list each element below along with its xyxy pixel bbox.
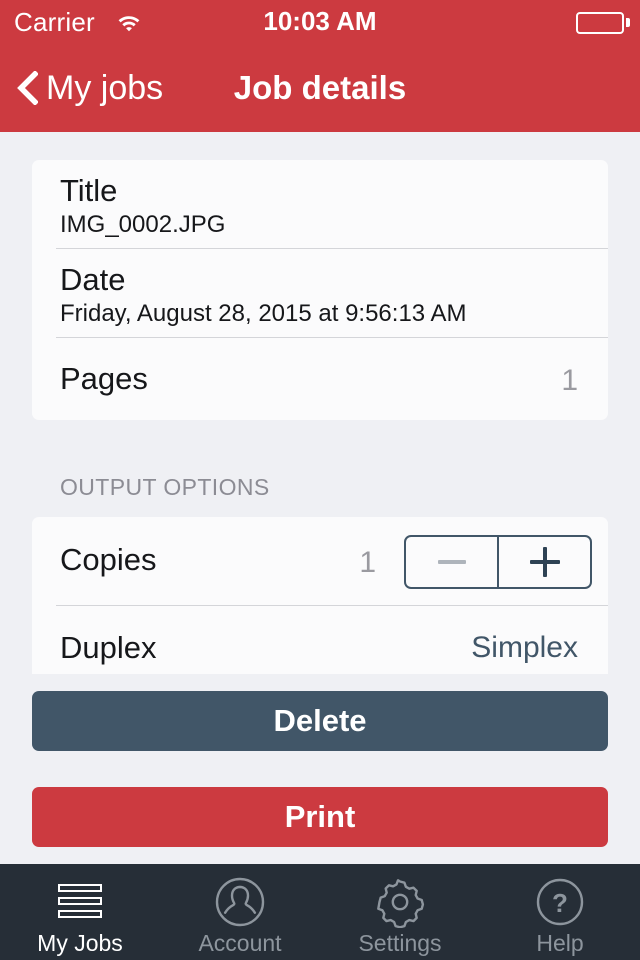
list-line-1	[58, 884, 102, 892]
print-button[interactable]: Print	[32, 787, 608, 847]
tab-my-jobs[interactable]: My Jobs	[0, 864, 160, 960]
gear-icon	[374, 876, 426, 929]
date-label: Date	[60, 262, 126, 297]
row-separator	[56, 337, 608, 338]
title-value: IMG_0002.JPG	[60, 211, 226, 238]
copies-value: 1	[359, 546, 376, 579]
title-label: Title	[60, 173, 118, 208]
plus-icon-vertical	[542, 547, 547, 577]
pages-value: 1	[561, 364, 578, 397]
duplex-value: Simplex	[471, 631, 578, 664]
duplex-label: Duplex	[60, 630, 157, 665]
delete-button[interactable]: Delete	[32, 691, 608, 751]
svg-text:?: ?	[552, 888, 568, 918]
battery-cap-icon	[626, 18, 630, 27]
copies-stepper[interactable]	[404, 535, 592, 589]
tab-account[interactable]: Account	[160, 864, 320, 960]
app-screen: Carrier 10:03 AM My jobs Job details Tit	[0, 0, 640, 960]
question-circle-icon: ?	[534, 876, 586, 928]
person-circle-icon	[214, 876, 266, 928]
tab-settings[interactable]: Settings	[320, 864, 480, 960]
tab-account-label: Account	[198, 930, 282, 956]
page-title: Job details	[233, 69, 407, 106]
output-options-section-header: OUTPUT OPTIONS	[60, 474, 270, 500]
job-details-card: Title IMG_0002.JPG Date Friday, August 2…	[32, 160, 608, 420]
pages-label: Pages	[60, 361, 148, 396]
row-separator	[56, 248, 608, 249]
tab-bar: My Jobs Account Settings ? Help	[0, 864, 640, 960]
minus-icon	[437, 560, 466, 564]
navigation-bar: My jobs Job details	[0, 44, 640, 132]
date-value: Friday, August 28, 2015 at 9:56:13 AM	[60, 300, 467, 327]
copies-decrement-button[interactable]	[406, 537, 497, 587]
tab-my-jobs-label: My Jobs	[37, 930, 123, 956]
copies-increment-button[interactable]	[499, 537, 590, 587]
list-line-2	[58, 897, 102, 905]
row-separator	[56, 605, 608, 606]
status-bar: Carrier 10:03 AM	[0, 0, 640, 44]
tab-help[interactable]: ? Help	[480, 864, 640, 960]
status-bar-time: 10:03 AM	[263, 6, 377, 36]
list-line-3	[58, 910, 102, 918]
battery-icon	[576, 12, 624, 34]
tab-settings-label: Settings	[358, 930, 442, 956]
copies-label: Copies	[60, 542, 157, 577]
list-lines-icon	[54, 876, 106, 928]
tab-help-label: Help	[536, 930, 584, 956]
output-options-card: Copies 1 Duplex Simplex	[32, 517, 608, 674]
